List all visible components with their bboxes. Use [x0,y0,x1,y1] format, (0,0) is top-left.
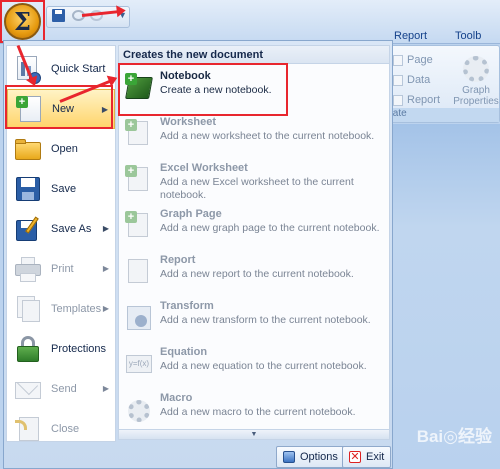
menu-item-save[interactable]: Save [7,169,115,209]
templates-icon [13,294,43,324]
submenu-arrow-icon: ▶ [102,384,109,393]
menu-item-label: Print [51,263,74,275]
options-icon [283,451,295,463]
new-item-excel-worksheet[interactable]: + Excel Worksheet Add a new Excel worksh… [122,159,388,203]
submenu-arrow-icon: ▶ [102,224,109,233]
transform-icon [125,303,151,331]
ribbon-page-label: Page [407,54,433,66]
equation-icon: y=f(x) [125,349,152,377]
macro-icon [125,395,150,423]
chevron-down-icon: ▼ [250,431,258,438]
graph-properties-button[interactable]: Graph Properties [453,56,499,107]
new-item-description: Add a new worksheet to the current noteb… [160,130,375,142]
menu-item-label: Open [51,143,78,155]
graph-page-icon: + [125,211,149,239]
tab-toolbox[interactable]: Toolb [441,30,495,42]
new-item-transform[interactable]: Transform Add a new transform to the cur… [122,297,388,341]
options-button[interactable]: Options [276,446,345,468]
submenu-header: Creates the new document [119,46,389,64]
new-item-description: Add a new report to the current notebook… [160,268,354,280]
new-item-description: Add a new Excel worksheet to the current… [160,176,354,201]
graph-properties-label: Graph Properties [453,85,499,107]
new-item-description: Add a new graph page to the current note… [160,222,380,234]
ribbon-report-label: Report [407,94,441,106]
envelope-icon [13,373,43,404]
close-icon: ✕ [349,451,361,463]
floppy-disk-icon [13,174,43,204]
worksheet-icon: + [125,119,149,147]
menu-item-label: Protections [51,343,107,355]
new-item-description: Add a new macro to the current notebook. [160,406,356,418]
menu-item-label: Send [51,383,77,395]
submenu-arrow-icon: ▶ [102,264,109,273]
ribbon-page-button[interactable]: Page [393,54,433,66]
folder-icon [13,134,43,164]
new-item-title: Macro [160,392,193,404]
annotation-highlight-new [5,85,113,129]
menu-item-protections[interactable]: Protections [7,329,115,369]
menu-item-send[interactable]: Send ▶ [7,369,115,409]
ribbon-data-button[interactable]: Data [393,74,430,86]
menu-item-label: Save As [51,223,92,235]
menu-item-label: Save [51,183,77,195]
page-icon [393,54,403,66]
new-item-graph-page[interactable]: + Graph Page Add a new graph page to the… [122,205,388,249]
ribbon-tab-strip: Report Toolb [380,30,495,42]
menu-item-print[interactable]: Print ▶ [7,249,115,289]
printer-icon [13,254,43,284]
annotation-highlight-app-button [0,0,45,43]
save-as-icon [13,214,43,244]
menu-item-label: Templates [51,303,102,315]
menu-item-label: Quick Start [51,63,106,75]
menu-item-label: Close [51,423,80,435]
data-icon [393,74,403,86]
new-item-equation[interactable]: y=f(x) Equation Add a new equation to th… [122,343,388,387]
close-document-icon [13,414,43,444]
ribbon-data-label: Data [407,74,431,86]
report-icon [393,94,403,106]
exit-label: Exit [366,451,385,463]
new-item-title: Equation [160,346,208,358]
new-item-report[interactable]: Report Add a new report to the current n… [122,251,388,295]
new-item-macro[interactable]: Macro Add a new macro to the current not… [122,389,388,433]
new-item-title: Excel Worksheet [160,162,248,174]
menu-item-open[interactable]: Open [7,129,115,169]
new-item-title: Report [160,254,196,266]
save-icon[interactable] [52,9,65,22]
annotation-highlight-notebook [118,63,288,116]
new-item-title: Worksheet [160,116,217,128]
report-icon [125,257,149,285]
scroll-down-button[interactable]: ▼ [119,429,389,439]
ribbon-group-navigate: Page Data Report Graph Properties igate [380,45,500,123]
watermark-logo: Bai◎经验 [416,427,492,446]
menu-item-close[interactable]: Close [7,409,115,449]
submenu-arrow-icon: ▶ [102,304,109,313]
new-item-description: Add a new equation to the current notebo… [160,360,367,372]
menu-item-save-as[interactable]: Save As ▶ [7,209,115,249]
ribbon-group-caption: igate [381,108,499,122]
new-item-title: Graph Page [160,208,222,220]
menu-item-templates[interactable]: Templates ▶ [7,289,115,329]
options-label: Options [300,451,338,463]
new-item-worksheet[interactable]: + Worksheet Add a new worksheet to the c… [122,113,388,157]
exit-button[interactable]: ✕ Exit [342,446,392,468]
ribbon-report-button[interactable]: Report [393,94,440,106]
workspace-background [380,124,500,469]
excel-worksheet-icon: + [125,165,149,193]
gear-icon [463,56,489,82]
new-item-title: Transform [160,300,214,312]
lock-icon [13,334,43,364]
new-item-description: Add a new transform to the current noteb… [160,314,371,326]
